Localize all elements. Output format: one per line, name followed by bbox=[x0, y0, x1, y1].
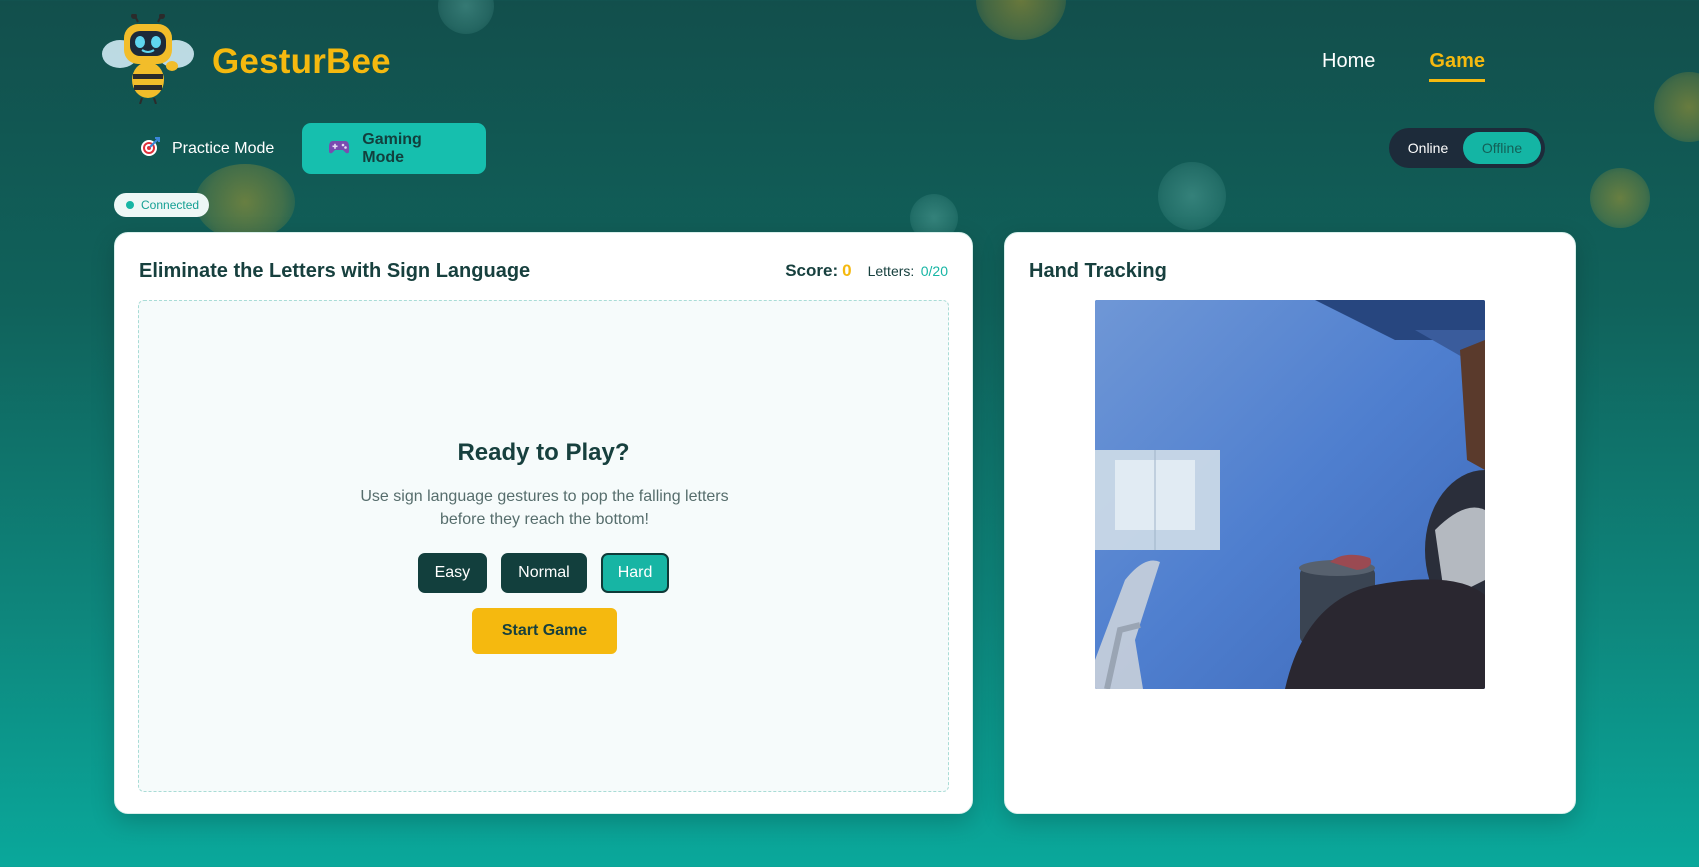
nav-link-home[interactable]: Home bbox=[1322, 50, 1375, 82]
hand-tracking-card: Hand Tracking bbox=[1004, 232, 1576, 814]
status-badge: Connected bbox=[114, 193, 210, 217]
online-offline-toggle[interactable]: Online Offline bbox=[1389, 128, 1545, 168]
background-bokeh bbox=[1158, 162, 1226, 230]
toggle-option-online[interactable]: Online bbox=[1393, 132, 1463, 164]
game-card: Eliminate the Letters with Sign Language… bbox=[114, 232, 973, 814]
background-bokeh bbox=[1590, 168, 1650, 228]
mode-tabs: Practice Mode Gaming Mode bbox=[116, 123, 487, 174]
game-description: Use sign language gestures to pop the fa… bbox=[360, 488, 729, 528]
game-card-title: Eliminate the Letters with Sign Language bbox=[139, 260, 531, 282]
nav-link-game[interactable]: Game bbox=[1429, 50, 1485, 82]
bee-robot-logo bbox=[100, 13, 196, 105]
toggle-option-offline[interactable]: Offline bbox=[1463, 132, 1541, 164]
score-label: Score: bbox=[785, 261, 839, 280]
game-play-area[interactable]: Ready to Play? Use sign language gesture… bbox=[138, 300, 949, 792]
letters-value: 0/20 bbox=[920, 263, 948, 279]
gamepad-icon bbox=[328, 139, 350, 159]
difficulty-normal-button[interactable]: Normal bbox=[501, 553, 587, 593]
webcam-feed bbox=[1095, 300, 1485, 689]
target-icon bbox=[140, 136, 160, 161]
brand-name[interactable]: GesturBee bbox=[212, 42, 391, 82]
background-bokeh bbox=[195, 164, 295, 240]
difficulty-selector: Easy Normal Hard bbox=[139, 553, 948, 593]
top-header: GesturBee Home Game bbox=[100, 13, 1600, 110]
gaming-mode-button[interactable]: Gaming Mode bbox=[302, 123, 487, 174]
practice-mode-button[interactable]: Practice Mode bbox=[116, 123, 298, 174]
practice-mode-label: Practice Mode bbox=[172, 139, 275, 157]
letters-label: Letters: bbox=[867, 263, 915, 279]
score-value: 0 bbox=[842, 261, 852, 280]
hand-tracking-title: Hand Tracking bbox=[1029, 260, 1167, 282]
start-game-button[interactable]: Start Game bbox=[472, 608, 617, 654]
game-stats: Score: 0 Letters: 0/20 bbox=[785, 261, 948, 281]
status-dot-icon bbox=[126, 201, 134, 209]
difficulty-hard-button[interactable]: Hard bbox=[600, 553, 670, 593]
ready-title: Ready to Play? bbox=[457, 439, 630, 466]
difficulty-easy-button[interactable]: Easy bbox=[417, 553, 488, 593]
status-badge-label: Connected bbox=[141, 198, 200, 212]
main-nav: Home Game bbox=[1322, 50, 1485, 82]
gaming-mode-label: Gaming Mode bbox=[362, 130, 422, 166]
background-bokeh bbox=[1654, 72, 1699, 142]
